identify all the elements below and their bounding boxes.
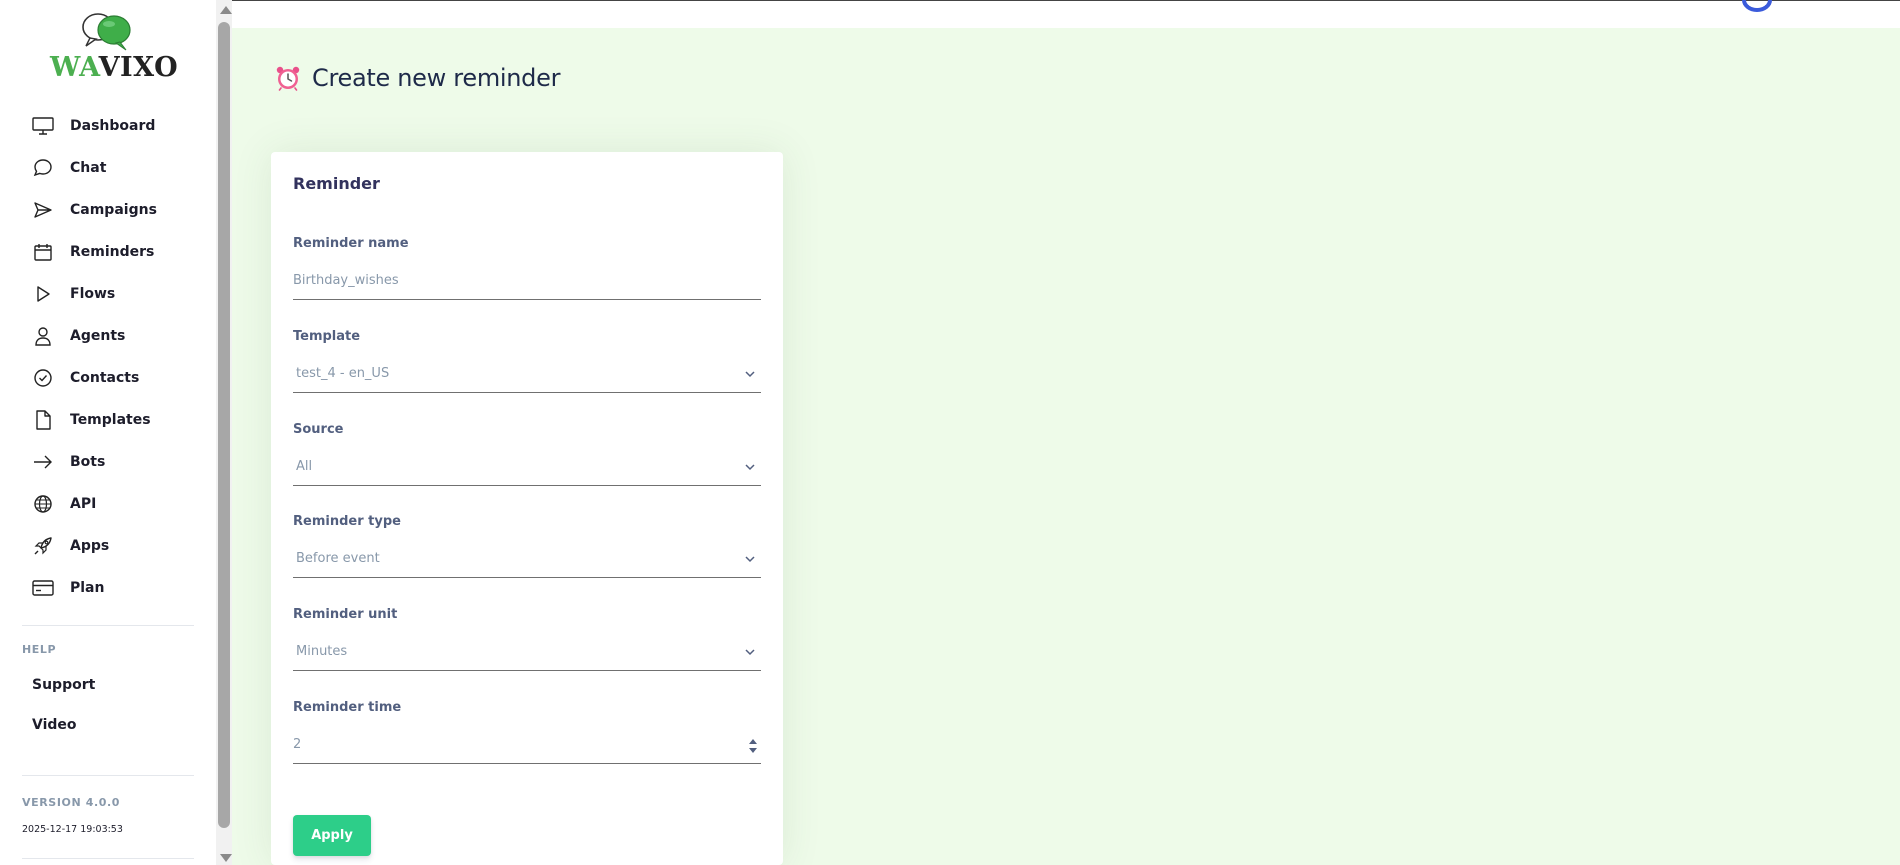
template-field: Template test_4 - en_US [293, 329, 761, 393]
sidebar-item-agents[interactable]: Agents [24, 316, 194, 356]
sidebar-item-label: Templates [70, 412, 151, 428]
reminder-type-selected-value: Before event [296, 551, 380, 566]
field-label: Template [293, 329, 361, 344]
scroll-down-arrow-icon[interactable] [220, 854, 232, 862]
source-field: Source All [293, 422, 761, 486]
sidebar-item-chat[interactable]: Chat [24, 148, 194, 188]
sidebar-link-support[interactable]: Support [32, 677, 95, 693]
apply-button[interactable]: Apply [293, 815, 371, 856]
wavixo-logo[interactable]: WAVIXO [48, 12, 178, 83]
sidebar-item-label: Contacts [70, 370, 140, 386]
top-border [232, 0, 1900, 1]
reminder-name-input[interactable]: Birthday_wishes [293, 262, 761, 300]
sidebar: WAVIXO Dashboard Chat Campaigns Reminder… [0, 0, 216, 865]
chevron-down-icon [745, 649, 755, 656]
calendar-icon [30, 239, 56, 265]
card-title: Reminder [293, 174, 380, 193]
field-label: Reminder time [293, 700, 402, 715]
logo-text-vixo: VIXO [98, 52, 179, 83]
check-circle-icon [30, 365, 56, 391]
sidebar-item-reminders[interactable]: Reminders [24, 232, 194, 272]
monitor-icon [30, 113, 56, 139]
reminder-type-field: Reminder type Before event [293, 514, 761, 578]
chat-bubbles-logo-icon [82, 13, 131, 51]
reminder-unit-select[interactable]: Minutes [293, 633, 761, 671]
sidebar-item-contacts[interactable]: Contacts [24, 358, 194, 398]
sidebar-item-label: Bots [70, 454, 106, 470]
send-icon [30, 197, 56, 223]
sidebar-link-video[interactable]: Video [32, 717, 77, 733]
sidebar-item-dashboard[interactable]: Dashboard [24, 106, 194, 146]
sidebar-item-plan[interactable]: Plan [24, 568, 194, 608]
reminder-time-input[interactable]: 2 [293, 726, 761, 764]
reminder-unit-field: Reminder unit Minutes [293, 607, 761, 671]
play-icon [30, 281, 56, 307]
reminder-unit-selected-value: Minutes [296, 644, 348, 659]
sidebar-item-label: API [70, 496, 97, 512]
sidebar-item-campaigns[interactable]: Campaigns [24, 190, 194, 230]
globe-icon [30, 491, 56, 517]
field-label: Source [293, 422, 344, 437]
sidebar-item-label: Reminders [70, 244, 155, 260]
credit-card-icon [30, 575, 56, 601]
sidebar-item-label: Campaigns [70, 202, 157, 218]
sidebar-item-label: Dashboard [70, 118, 156, 134]
chevron-down-icon [745, 556, 755, 563]
sidebar-item-label: Apps [70, 538, 110, 554]
number-stepper-icon[interactable] [748, 738, 758, 754]
version-label: VERSION 4.0.0 [22, 796, 121, 809]
template-select[interactable]: test_4 - en_US [293, 355, 761, 393]
field-label: Reminder unit [293, 607, 398, 622]
sidebar-item-api[interactable]: API [24, 484, 194, 524]
template-selected-value: test_4 - en_US [296, 366, 390, 381]
logo-text-wa: WA [50, 52, 99, 83]
help-heading: HELP [22, 643, 57, 656]
sidebar-item-label: Agents [70, 328, 126, 344]
reminder-time-field: Reminder time 2 [293, 700, 761, 764]
field-label: Reminder name [293, 236, 409, 251]
page-title: Create new reminder [312, 64, 561, 92]
sidebar-item-label: Plan [70, 580, 105, 596]
user-icon [30, 323, 56, 349]
sidebar-item-label: Flows [70, 286, 116, 302]
chevron-down-icon [745, 371, 755, 378]
field-label: Reminder type [293, 514, 401, 529]
scroll-up-arrow-icon[interactable] [220, 6, 232, 14]
build-date: 2025-12-17 19:03:53 [22, 824, 123, 835]
arrow-right-icon [30, 449, 56, 475]
sidebar-divider [22, 775, 194, 776]
sidebar-divider [22, 858, 194, 859]
chat-bubble-icon [30, 155, 56, 181]
source-select[interactable]: All [293, 448, 761, 486]
page-header: Create new reminder [275, 64, 560, 92]
document-icon [30, 407, 56, 433]
scrollbar-thumb[interactable] [218, 22, 230, 828]
logo-wordmark: WAVIXO [50, 52, 178, 83]
user-menu-icon[interactable] [1742, 0, 1772, 12]
sidebar-divider [22, 625, 194, 626]
reminder-name-field: Reminder name Birthday_wishes [293, 236, 761, 300]
rocket-icon [30, 533, 56, 559]
reminder-type-select[interactable]: Before event [293, 540, 761, 578]
reminder-form-card: Reminder Reminder name Birthday_wishes T… [271, 152, 783, 865]
sidebar-item-bots[interactable]: Bots [24, 442, 194, 482]
sidebar-item-apps[interactable]: Apps [24, 526, 194, 566]
source-selected-value: All [296, 459, 313, 474]
chevron-down-icon [745, 464, 755, 471]
alarm-clock-icon [276, 66, 300, 91]
sidebar-scrollbar[interactable] [216, 0, 232, 865]
reminder-name-placeholder: Birthday_wishes [293, 273, 399, 288]
sidebar-item-flows[interactable]: Flows [24, 274, 194, 314]
reminder-time-value: 2 [293, 737, 302, 752]
sidebar-item-label: Chat [70, 160, 107, 176]
sidebar-item-templates[interactable]: Templates [24, 400, 194, 440]
